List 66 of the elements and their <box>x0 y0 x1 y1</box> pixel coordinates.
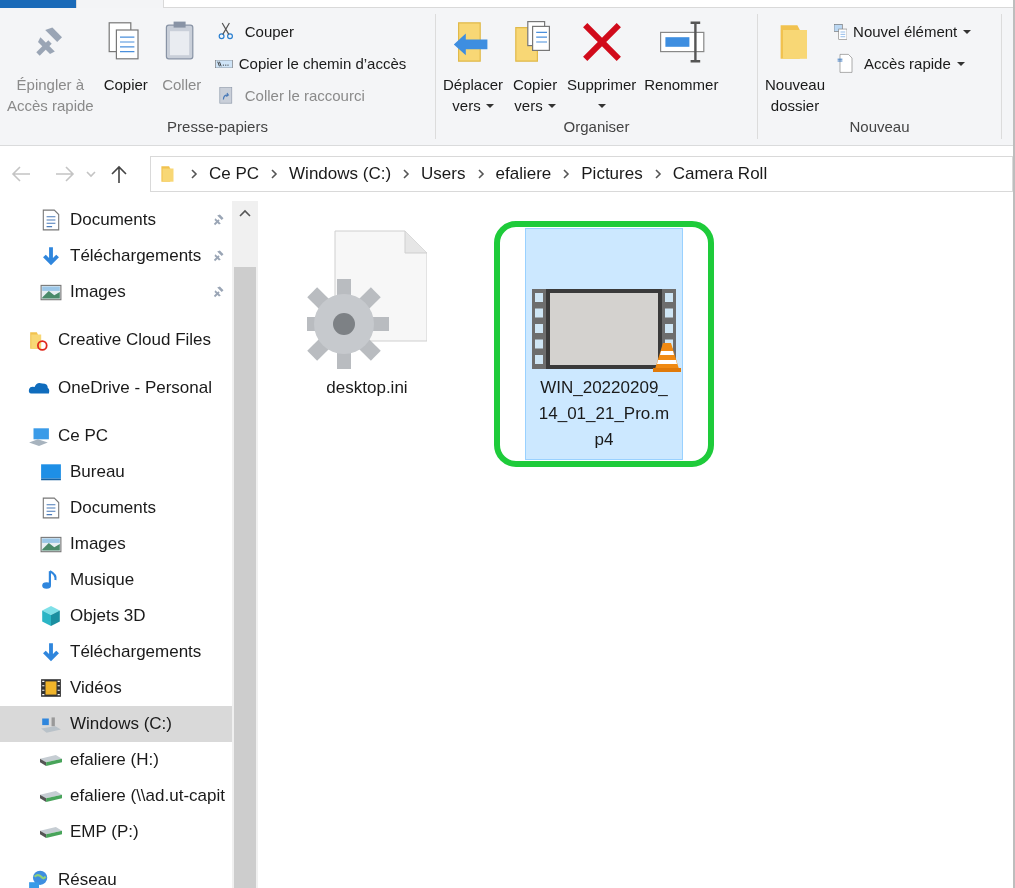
breadcrumb-link[interactable]: Ce PC <box>209 160 260 187</box>
breadcrumb-link[interactable]: Camera Roll <box>672 160 768 187</box>
ribbon-button[interactable]: Déplacer vers <box>440 18 507 116</box>
chevron-icon[interactable] <box>475 167 486 180</box>
document-icon <box>40 209 62 231</box>
file-item[interactable]: desktop.ini <box>288 228 446 408</box>
breadcrumb-link[interactable]: Windows (C:) <box>289 160 392 187</box>
navigation-item[interactable]: Réseau <box>0 862 232 888</box>
folder-cloud-icon <box>28 329 50 351</box>
navigation-item[interactable]: Téléchargements <box>0 238 232 274</box>
network-drive-icon <box>40 790 62 802</box>
film-icon <box>40 677 62 699</box>
down-arrow-icon <box>40 641 62 663</box>
navigation-item[interactable]: efaliere (\\ad.ut-capit <box>0 778 232 814</box>
ribbon-group-label: Presse-papiers <box>166 117 269 137</box>
navigation-item[interactable]: Bureau <box>0 454 232 490</box>
ribbon-button[interactable]: Couper <box>214 18 407 46</box>
navigation-item[interactable]: Windows (C:) <box>0 706 232 742</box>
ribbon-button[interactable]: Copier <box>98 18 153 95</box>
ribbon-button[interactable]: Nouvel élément <box>834 18 972 46</box>
navigation-item[interactable]: Creative Cloud Files <box>0 322 232 358</box>
navigation-item[interactable]: efaliere (H:) <box>0 742 232 778</box>
ribbon-button[interactable]: Copier vers <box>508 18 563 116</box>
navigation-item[interactable]: Téléchargements <box>0 634 232 670</box>
gear-document-icon <box>307 229 427 369</box>
chevron-icon[interactable] <box>189 167 199 180</box>
chevron-icon[interactable] <box>561 167 572 180</box>
network-drive-icon <box>40 826 62 838</box>
monitor-icon <box>40 461 62 483</box>
network-drive-icon <box>40 754 62 766</box>
navigation-item[interactable]: Musique <box>0 562 232 598</box>
chevron-icon[interactable] <box>269 167 280 180</box>
file-item[interactable]: WIN_20220209_14_01_21_Pro.mp4 <box>525 228 683 460</box>
breadcrumb-link[interactable]: efaliere <box>495 160 552 187</box>
breadcrumb-link[interactable]: Users <box>421 160 466 187</box>
navigation-item[interactable]: Images <box>0 274 232 310</box>
computer-icon <box>28 425 50 447</box>
ribbon-button[interactable]: Accès rapide <box>834 50 972 78</box>
navigation-item[interactable]: EMP (P:) <box>0 814 232 850</box>
navigation-item[interactable]: Objets 3D <box>0 598 232 634</box>
new-item-icon <box>834 24 848 40</box>
breadcrumb-link[interactable]: Pictures <box>581 160 643 187</box>
ribbon-button[interactable]: Nouveau dossier <box>762 18 829 116</box>
navigation-item[interactable]: OneDrive - Personal <box>0 370 232 406</box>
chevron-icon[interactable] <box>652 167 663 180</box>
navigation-item[interactable]: Documents <box>0 490 232 526</box>
chevron-icon[interactable] <box>401 167 412 180</box>
ribbon-group-label: Organiser <box>562 117 631 137</box>
path-icon <box>214 60 233 68</box>
ribbon-button[interactable]: Supprimer <box>564 18 640 116</box>
ribbon-button[interactable]: Copier le chemin d’accès <box>214 50 407 78</box>
down-arrow-icon <box>40 245 62 267</box>
scrollbar[interactable] <box>232 201 258 888</box>
address-bar[interactable]: Ce PC Windows (C:) Users efaliere Pictures Camera Roll <box>150 155 1013 192</box>
document-icon <box>40 497 62 519</box>
scroll-up-icon[interactable] <box>239 209 251 217</box>
scrollbar-thumb[interactable] <box>234 267 256 888</box>
ribbon-button[interactable]: Renommer <box>641 18 722 95</box>
traffic-cone-icon <box>652 341 682 373</box>
navigation-item[interactable]: Vidéos <box>0 670 232 706</box>
navigation-item[interactable]: Images <box>0 526 232 562</box>
cube-icon <box>40 605 62 627</box>
globe-icon <box>28 869 50 888</box>
ribbon-group-label: Nouveau <box>848 117 911 137</box>
navigation-item[interactable]: Ce PC <box>0 418 232 454</box>
navigation-item[interactable]: Documents <box>0 202 232 238</box>
